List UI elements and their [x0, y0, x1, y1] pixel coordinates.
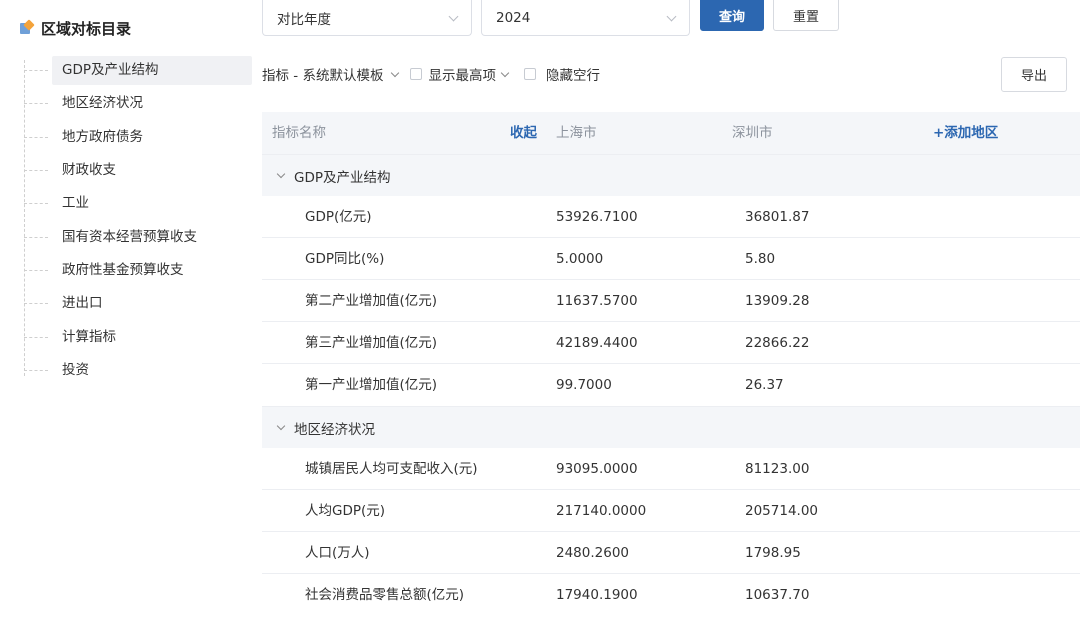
compare-year-label: 对比年度 [277, 11, 331, 28]
catalog-icon [20, 19, 35, 35]
hide-empty-toggle[interactable]: 隐藏空行 [523, 64, 600, 84]
row-name: 第一产业增加值(亿元) [305, 377, 438, 393]
sidebar-item-gov-fund[interactable]: 政府性基金预算收支 [24, 254, 252, 287]
header-region-shanghai: 上海市 [556, 125, 597, 141]
reset-button[interactable]: 重置 [773, 0, 839, 31]
header-region-shenzhen: 深圳市 [732, 125, 773, 141]
group-label: GDP及产业结构 [294, 169, 391, 186]
sidebar-item-trade[interactable]: 进出口 [24, 287, 252, 320]
sidebar-title: 区域对标目录 [41, 19, 132, 38]
sidebar-item-investment[interactable]: 投资 [24, 354, 252, 387]
template-label: 指标 - 系统默认模板 [262, 68, 384, 84]
group-row-economy[interactable]: 地区经济状况 [262, 406, 1080, 448]
header-name: 指标名称 [272, 125, 326, 141]
sidebar-item-fiscal[interactable]: 财政收支 [24, 154, 252, 187]
group-row-gdp[interactable]: GDP及产业结构 [262, 154, 1080, 196]
sidebar-item-label: 进出口 [62, 295, 103, 312]
row-name: GDP同比(%) [305, 251, 385, 267]
row-value-shanghai: 93095.0000 [556, 461, 638, 477]
comparison-table: 指标名称 收起 上海市 深圳市 +添加地区 GDP及产业结构 GDP(亿元) 5… [262, 112, 1080, 616]
row-value-shenzhen: 13909.28 [745, 293, 810, 309]
show-highest-checkbox[interactable] [410, 68, 423, 80]
row-value-shenzhen: 22866.22 [745, 335, 810, 351]
chevron-down-icon [276, 169, 286, 178]
hide-empty-checkbox[interactable] [523, 68, 536, 80]
chevron-down-icon [666, 11, 677, 22]
table-row: 第二产业增加值(亿元) 11637.5700 13909.28 [262, 280, 1080, 322]
hide-empty-label: 隐藏空行 [545, 68, 600, 84]
row-value-shenzhen: 205714.00 [745, 503, 819, 519]
sidebar-item-label: 国有资本经营预算收支 [62, 228, 197, 245]
sidebar-tree: GDP及产业结构 地区经济状况 地方政府债务 财政收支 工业 国有资本经营预算收… [24, 54, 252, 387]
show-highest-label: 显示最高项 [428, 68, 496, 84]
filter-bar: 指标 - 系统默认模板 显示最高项 隐藏空行 [262, 62, 600, 86]
sidebar-item-label: 地方政府债务 [62, 128, 143, 145]
row-value-shanghai: 53926.7100 [556, 209, 638, 225]
template-select[interactable]: 指标 - 系统默认模板 [262, 64, 410, 84]
sidebar-item-economy[interactable]: 地区经济状况 [24, 87, 252, 120]
sidebar-item-gdp[interactable]: GDP及产业结构 [24, 54, 252, 87]
sidebar-item-label: 地区经济状况 [62, 95, 143, 112]
row-value-shenzhen: 26.37 [745, 377, 784, 393]
row-value-shenzhen: 36801.87 [745, 209, 810, 225]
row-name: 人均GDP(元) [305, 503, 386, 519]
sidebar-item-label: 工业 [62, 195, 89, 212]
group-label: 地区经济状况 [294, 421, 375, 438]
sidebar-item-label: 财政收支 [62, 162, 116, 179]
sidebar-item-label: GDP及产业结构 [52, 56, 252, 86]
row-name: GDP(亿元) [305, 209, 372, 225]
sidebar-item-debt[interactable]: 地方政府债务 [24, 121, 252, 154]
sidebar-item-label: 政府性基金预算收支 [62, 261, 184, 278]
table-row: GDP同比(%) 5.0000 5.80 [262, 238, 1080, 280]
row-value-shanghai: 17940.1900 [556, 587, 638, 603]
table-row: 城镇居民人均可支配收入(元) 93095.0000 81123.00 [262, 448, 1080, 490]
row-name: 第三产业增加值(亿元) [305, 335, 438, 351]
sidebar-item-calc[interactable]: 计算指标 [24, 320, 252, 353]
year-value: 2024 [496, 9, 531, 26]
row-value-shenzhen: 1798.95 [745, 545, 801, 561]
sidebar-header: 区域对标目录 [20, 17, 131, 39]
sidebar-item-industry[interactable]: 工业 [24, 187, 252, 220]
sidebar-item-label: 投资 [62, 361, 89, 378]
row-value-shanghai: 217140.0000 [556, 503, 647, 519]
chevron-down-icon [276, 421, 286, 430]
sidebar-item-label: 计算指标 [62, 328, 116, 345]
query-button[interactable]: 查询 [700, 0, 764, 31]
table-row: 第三产业增加值(亿元) 42189.4400 22866.22 [262, 322, 1080, 364]
row-name: 社会消费品零售总额(亿元) [305, 587, 465, 603]
row-value-shanghai: 5.0000 [556, 251, 604, 267]
row-name: 城镇居民人均可支配收入(元) [305, 461, 478, 477]
table-row: 人均GDP(元) 217140.0000 205714.00 [262, 490, 1080, 532]
show-highest-toggle[interactable]: 显示最高项 [410, 64, 520, 84]
row-value-shanghai: 99.7000 [556, 377, 612, 393]
compare-year-select[interactable]: 对比年度 [262, 0, 472, 36]
row-value-shanghai: 11637.5700 [556, 293, 638, 309]
sidebar: 区域对标目录 GDP及产业结构 地区经济状况 地方政府债务 财政收支 工业 国有… [0, 0, 252, 628]
add-region-button[interactable]: +添加地区 [933, 112, 998, 154]
row-value-shenzhen: 10637.70 [745, 587, 810, 603]
table-row: 人口(万人) 2480.2600 1798.95 [262, 532, 1080, 574]
row-name: 第二产业增加值(亿元) [305, 293, 438, 309]
table-header: 指标名称 收起 上海市 深圳市 +添加地区 [262, 112, 1080, 154]
chevron-down-icon [391, 68, 400, 77]
table-row: GDP(亿元) 53926.7100 36801.87 [262, 196, 1080, 238]
chevron-down-icon[interactable] [500, 68, 510, 77]
table-row: 第一产业增加值(亿元) 99.7000 26.37 [262, 364, 1080, 406]
chevron-down-icon [448, 11, 459, 22]
row-value-shanghai: 42189.4400 [556, 335, 638, 351]
table-row: 社会消费品零售总额(亿元) 17940.1900 10637.70 [262, 574, 1080, 616]
row-value-shenzhen: 5.80 [745, 251, 776, 267]
sidebar-item-state-capital[interactable]: 国有资本经营预算收支 [24, 220, 252, 253]
row-value-shenzhen: 81123.00 [745, 461, 810, 477]
row-name: 人口(万人) [305, 545, 370, 561]
year-select[interactable]: 2024 [481, 0, 690, 36]
export-button[interactable]: 导出 [1001, 57, 1067, 92]
collapse-button[interactable]: 收起 [510, 112, 537, 154]
row-value-shanghai: 2480.2600 [556, 545, 630, 561]
